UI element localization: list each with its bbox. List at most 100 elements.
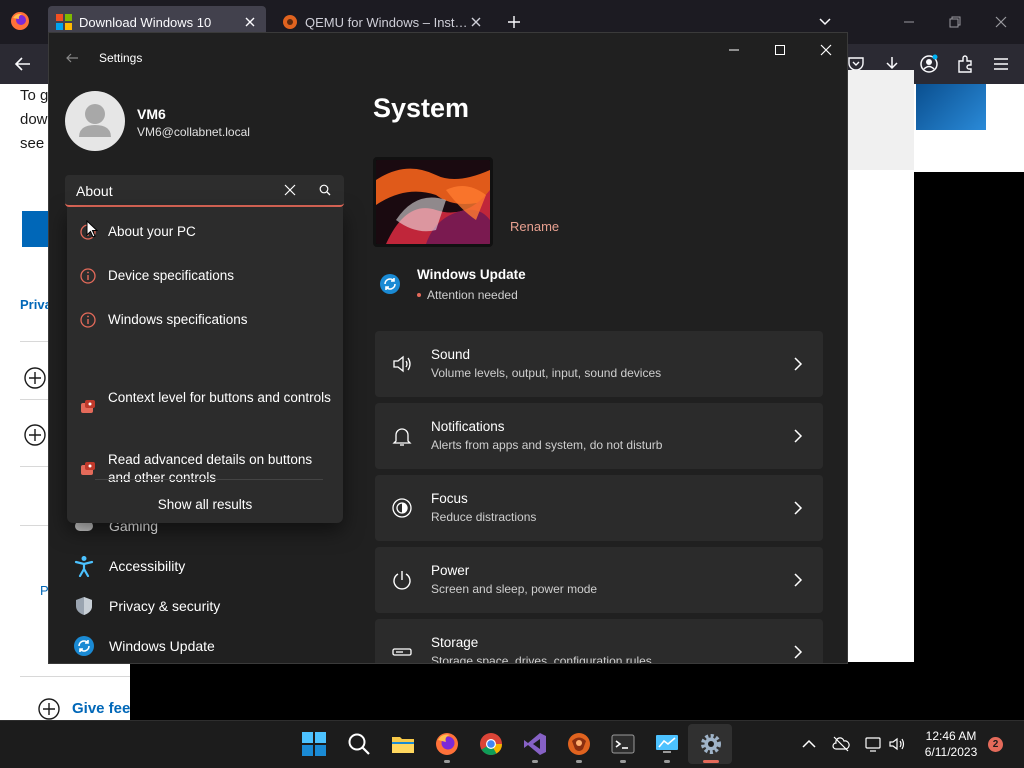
search-result-label: Windows specifications xyxy=(108,312,248,327)
visual-studio-icon[interactable] xyxy=(522,731,548,757)
close-tab-icon[interactable] xyxy=(468,14,484,30)
chevron-right-icon xyxy=(793,357,803,371)
gamepad-icon xyxy=(79,460,97,478)
user-name: VM6 xyxy=(137,106,166,122)
volume-icon[interactable] xyxy=(888,735,906,753)
account-icon[interactable] xyxy=(919,54,939,74)
back-arrow-icon[interactable] xyxy=(14,56,32,72)
window-title: Settings xyxy=(99,51,143,65)
search-icon[interactable] xyxy=(319,184,331,196)
card-subtitle: Reduce distractions xyxy=(431,510,537,524)
accessibility-icon xyxy=(73,555,95,577)
rename-link[interactable]: Rename xyxy=(510,219,559,234)
search-result-label: Context level for buttons and controls xyxy=(108,390,331,405)
minimize-icon[interactable] xyxy=(727,43,741,57)
settings-card-notifications[interactable]: Notifications Alerts from apps and syste… xyxy=(375,403,823,469)
running-indicator xyxy=(532,760,538,763)
mouse-cursor-icon xyxy=(86,220,98,238)
sidebar-item-privacy-security[interactable]: Privacy & security xyxy=(73,589,343,623)
settings-card-focus[interactable]: Focus Reduce distractions xyxy=(375,475,823,541)
card-subtitle: Screen and sleep, power mode xyxy=(431,582,598,596)
chevron-up-icon[interactable] xyxy=(800,735,818,753)
chrome-icon[interactable] xyxy=(478,731,504,757)
windows-update-status: Attention needed xyxy=(427,288,518,302)
notification-badge[interactable]: 2 xyxy=(988,737,1003,752)
search-result-item[interactable]: Windows specifications xyxy=(67,311,343,331)
firefox-icon[interactable] xyxy=(434,731,460,757)
remote-desktop-icon[interactable] xyxy=(654,731,680,757)
gamepad-icon xyxy=(79,398,97,416)
back-arrow-icon[interactable] xyxy=(65,51,79,65)
expand-plus-icon[interactable] xyxy=(38,698,60,720)
tab-title: Download Windows 10 xyxy=(79,14,212,30)
start-windows-icon[interactable] xyxy=(301,731,327,757)
restore-icon[interactable] xyxy=(948,15,962,29)
chevron-down-icon[interactable] xyxy=(818,15,832,29)
focus-icon xyxy=(391,497,413,519)
avatar[interactable] xyxy=(65,91,125,151)
running-indicator xyxy=(620,760,626,763)
settings-card-power[interactable]: Power Screen and sleep, power mode xyxy=(375,547,823,613)
give-feedback-link[interactable]: Give fee xyxy=(72,700,130,717)
clear-icon[interactable] xyxy=(284,184,296,196)
sidebar-item-windows-update[interactable]: Windows Update xyxy=(73,629,343,663)
settings-gear-icon[interactable] xyxy=(698,731,724,757)
search-input[interactable]: About xyxy=(65,175,344,207)
divider xyxy=(95,479,323,480)
web-text: see xyxy=(20,135,45,152)
windows-update-title[interactable]: Windows Update xyxy=(417,267,526,282)
sidebar-item-label: Accessibility xyxy=(109,558,186,574)
clock-date[interactable]: 6/11/2023 xyxy=(916,745,986,759)
desktop-wallpaper-preview[interactable] xyxy=(373,157,493,247)
search-input-value[interactable]: About xyxy=(76,183,113,199)
windows-logo-image xyxy=(916,84,986,130)
show-all-results-button[interactable]: Show all results xyxy=(67,497,343,512)
maximize-icon[interactable] xyxy=(773,43,787,57)
search-suggestions: About your PC Device specifications Wind… xyxy=(67,207,343,523)
card-title: Sound xyxy=(431,347,471,362)
hamburger-menu-icon[interactable] xyxy=(991,54,1011,74)
clock-time[interactable]: 12:46 AM xyxy=(916,729,986,743)
divider xyxy=(20,676,130,677)
search-result-label: Device specifications xyxy=(108,268,235,283)
terminal-icon[interactable] xyxy=(610,731,636,757)
speaker-icon xyxy=(391,353,413,375)
search-result-label: About your PC xyxy=(108,224,196,239)
close-tab-icon[interactable] xyxy=(242,14,258,30)
sidebar-item-accessibility[interactable]: Accessibility xyxy=(73,549,343,583)
close-icon[interactable] xyxy=(994,15,1008,29)
web-text: To g xyxy=(20,87,49,104)
shield-icon xyxy=(73,595,95,617)
storage-icon xyxy=(391,641,413,663)
expand-plus-icon[interactable] xyxy=(24,367,46,389)
new-tab-icon[interactable] xyxy=(506,14,522,30)
card-subtitle: Storage space, drives, configuration rul… xyxy=(431,654,652,664)
sidebar-item-label: Windows Update xyxy=(109,638,215,654)
page-title: System xyxy=(373,93,470,123)
firefox-icon[interactable] xyxy=(10,11,30,31)
windows-update-icon[interactable] xyxy=(379,273,401,295)
user-email: VM6@collabnet.local xyxy=(137,125,250,139)
onedrive-icon[interactable] xyxy=(832,735,850,753)
search-result-item[interactable]: Read advanced details on buttons and oth… xyxy=(67,451,343,487)
search-result-item[interactable]: Context level for buttons and controls xyxy=(67,389,343,425)
running-indicator xyxy=(576,760,582,763)
search-result-item[interactable]: Device specifications xyxy=(67,267,343,287)
chevron-right-icon xyxy=(793,573,803,587)
extensions-icon[interactable] xyxy=(955,54,975,74)
expand-plus-icon[interactable] xyxy=(24,424,46,446)
network-icon[interactable] xyxy=(864,735,882,753)
running-indicator xyxy=(444,760,450,763)
qemu-icon[interactable] xyxy=(566,731,592,757)
card-title: Storage xyxy=(431,635,479,650)
minimize-icon[interactable] xyxy=(902,15,916,29)
settings-card-storage[interactable]: Storage Storage space, drives, configura… xyxy=(375,619,823,664)
settings-card-sound[interactable]: Sound Volume levels, output, input, soun… xyxy=(375,331,823,397)
chevron-right-icon xyxy=(793,645,803,659)
search-result-item[interactable]: About your PC xyxy=(67,223,343,243)
background-popup-header xyxy=(848,70,914,170)
card-title: Notifications xyxy=(431,419,505,434)
file-explorer-icon[interactable] xyxy=(390,731,416,757)
search-icon[interactable] xyxy=(346,731,372,757)
close-icon[interactable] xyxy=(819,43,833,57)
